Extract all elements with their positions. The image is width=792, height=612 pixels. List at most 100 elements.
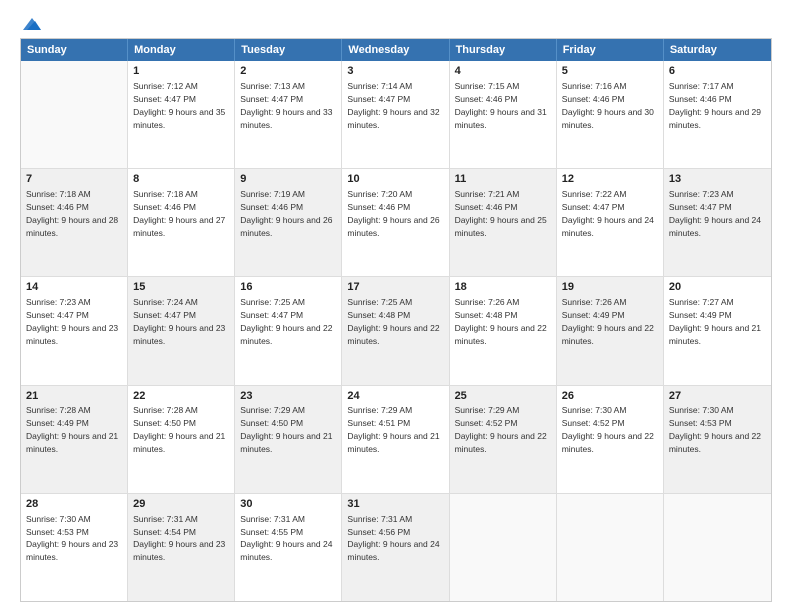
day-number: 1 bbox=[133, 64, 229, 79]
cell-details: Sunrise: 7:22 AMSunset: 4:47 PMDaylight:… bbox=[562, 189, 654, 238]
calendar-cell bbox=[450, 494, 557, 601]
calendar-cell: 21Sunrise: 7:28 AMSunset: 4:49 PMDayligh… bbox=[21, 386, 128, 493]
calendar-cell: 13 Sunrise: 7:23 AMSunset: 4:47 PMDayligh… bbox=[664, 169, 771, 276]
day-number: 18 bbox=[455, 280, 551, 295]
cell-details: Sunrise: 7:30 AMSunset: 4:52 PMDaylight:… bbox=[562, 405, 654, 454]
calendar-row: 1 Sunrise: 7:12 AMSunset: 4:47 PMDaylight… bbox=[21, 61, 771, 169]
calendar-cell: 18Sunrise: 7:26 AMSunset: 4:48 PMDayligh… bbox=[450, 277, 557, 384]
day-number: 5 bbox=[562, 64, 658, 79]
calendar-cell: 4 Sunrise: 7:15 AMSunset: 4:46 PMDaylight… bbox=[450, 61, 557, 168]
calendar-cell bbox=[664, 494, 771, 601]
cell-details: Sunrise: 7:25 AMSunset: 4:47 PMDaylight:… bbox=[240, 297, 332, 346]
calendar-header-cell: Wednesday bbox=[342, 39, 449, 61]
cell-details: Sunrise: 7:23 AMSunset: 4:47 PMDaylight:… bbox=[26, 297, 118, 346]
day-number: 14 bbox=[26, 280, 122, 295]
day-number: 27 bbox=[669, 389, 766, 404]
calendar-cell: 31 Sunrise: 7:31 AMSunset: 4:56 PMDayligh… bbox=[342, 494, 449, 601]
cell-details: Sunrise: 7:20 AMSunset: 4:46 PMDaylight:… bbox=[347, 189, 439, 238]
calendar-row: 7 Sunrise: 7:18 AMSunset: 4:46 PMDaylight… bbox=[21, 169, 771, 277]
calendar-header-row: SundayMondayTuesdayWednesdayThursdayFrid… bbox=[21, 39, 771, 61]
logo-icon bbox=[21, 16, 43, 32]
day-number: 24 bbox=[347, 389, 443, 404]
calendar-cell: 3 Sunrise: 7:14 AMSunset: 4:47 PMDaylight… bbox=[342, 61, 449, 168]
calendar-cell: 29 Sunrise: 7:31 AMSunset: 4:54 PMDayligh… bbox=[128, 494, 235, 601]
calendar-row: 21Sunrise: 7:28 AMSunset: 4:49 PMDayligh… bbox=[21, 386, 771, 494]
calendar: SundayMondayTuesdayWednesdayThursdayFrid… bbox=[20, 38, 772, 602]
calendar-cell: 25Sunrise: 7:29 AMSunset: 4:52 PMDayligh… bbox=[450, 386, 557, 493]
calendar-cell bbox=[21, 61, 128, 168]
calendar-header-cell: Tuesday bbox=[235, 39, 342, 61]
calendar-row: 14 Sunrise: 7:23 AMSunset: 4:47 PMDayligh… bbox=[21, 277, 771, 385]
day-number: 13 bbox=[669, 172, 766, 187]
calendar-header-cell: Monday bbox=[128, 39, 235, 61]
cell-details: Sunrise: 7:19 AMSunset: 4:46 PMDaylight:… bbox=[240, 189, 332, 238]
cell-details: Sunrise: 7:23 AMSunset: 4:47 PMDaylight:… bbox=[669, 189, 761, 238]
day-number: 26 bbox=[562, 389, 658, 404]
calendar-header-cell: Sunday bbox=[21, 39, 128, 61]
calendar-cell: 9 Sunrise: 7:19 AMSunset: 4:46 PMDaylight… bbox=[235, 169, 342, 276]
cell-details: Sunrise: 7:18 AMSunset: 4:46 PMDaylight:… bbox=[26, 189, 118, 238]
calendar-cell: 8Sunrise: 7:18 AMSunset: 4:46 PMDaylight… bbox=[128, 169, 235, 276]
day-number: 9 bbox=[240, 172, 336, 187]
day-number: 7 bbox=[26, 172, 122, 187]
calendar-body: 1 Sunrise: 7:12 AMSunset: 4:47 PMDaylight… bbox=[21, 61, 771, 601]
calendar-cell: 2Sunrise: 7:13 AMSunset: 4:47 PMDaylight… bbox=[235, 61, 342, 168]
cell-details: Sunrise: 7:25 AMSunset: 4:48 PMDaylight:… bbox=[347, 297, 439, 346]
cell-details: Sunrise: 7:29 AMSunset: 4:50 PMDaylight:… bbox=[240, 405, 332, 454]
day-number: 3 bbox=[347, 64, 443, 79]
day-number: 6 bbox=[669, 64, 766, 79]
cell-details: Sunrise: 7:18 AMSunset: 4:46 PMDaylight:… bbox=[133, 189, 225, 238]
day-number: 20 bbox=[669, 280, 766, 295]
cell-details: Sunrise: 7:30 AMSunset: 4:53 PMDaylight:… bbox=[669, 405, 761, 454]
calendar-row: 28 Sunrise: 7:30 AMSunset: 4:53 PMDayligh… bbox=[21, 494, 771, 601]
cell-details: Sunrise: 7:21 AMSunset: 4:46 PMDaylight:… bbox=[455, 189, 547, 238]
cell-details: Sunrise: 7:29 AMSunset: 4:51 PMDaylight:… bbox=[347, 405, 439, 454]
cell-details: Sunrise: 7:31 AMSunset: 4:56 PMDaylight:… bbox=[347, 514, 439, 563]
cell-details: Sunrise: 7:31 AMSunset: 4:54 PMDaylight:… bbox=[133, 514, 225, 563]
day-number: 28 bbox=[26, 497, 122, 512]
calendar-cell: 10 Sunrise: 7:20 AMSunset: 4:46 PMDayligh… bbox=[342, 169, 449, 276]
day-number: 4 bbox=[455, 64, 551, 79]
day-number: 30 bbox=[240, 497, 336, 512]
logo bbox=[20, 16, 44, 30]
calendar-cell: 11Sunrise: 7:21 AMSunset: 4:46 PMDayligh… bbox=[450, 169, 557, 276]
calendar-cell: 15 Sunrise: 7:24 AMSunset: 4:47 PMDayligh… bbox=[128, 277, 235, 384]
cell-details: Sunrise: 7:28 AMSunset: 4:49 PMDaylight:… bbox=[26, 405, 118, 454]
cell-details: Sunrise: 7:27 AMSunset: 4:49 PMDaylight:… bbox=[669, 297, 761, 346]
day-number: 10 bbox=[347, 172, 443, 187]
cell-details: Sunrise: 7:26 AMSunset: 4:49 PMDaylight:… bbox=[562, 297, 654, 346]
cell-details: Sunrise: 7:14 AMSunset: 4:47 PMDaylight:… bbox=[347, 81, 439, 130]
calendar-cell: 12 Sunrise: 7:22 AMSunset: 4:47 PMDayligh… bbox=[557, 169, 664, 276]
header bbox=[20, 16, 772, 30]
day-number: 12 bbox=[562, 172, 658, 187]
day-number: 23 bbox=[240, 389, 336, 404]
cell-details: Sunrise: 7:16 AMSunset: 4:46 PMDaylight:… bbox=[562, 81, 654, 130]
cell-details: Sunrise: 7:12 AMSunset: 4:47 PMDaylight:… bbox=[133, 81, 225, 130]
calendar-cell: 19 Sunrise: 7:26 AMSunset: 4:49 PMDayligh… bbox=[557, 277, 664, 384]
cell-details: Sunrise: 7:31 AMSunset: 4:55 PMDaylight:… bbox=[240, 514, 332, 563]
calendar-cell: 26Sunrise: 7:30 AMSunset: 4:52 PMDayligh… bbox=[557, 386, 664, 493]
day-number: 2 bbox=[240, 64, 336, 79]
cell-details: Sunrise: 7:17 AMSunset: 4:46 PMDaylight:… bbox=[669, 81, 761, 130]
calendar-cell: 6 Sunrise: 7:17 AMSunset: 4:46 PMDaylight… bbox=[664, 61, 771, 168]
calendar-cell: 22Sunrise: 7:28 AMSunset: 4:50 PMDayligh… bbox=[128, 386, 235, 493]
calendar-cell bbox=[557, 494, 664, 601]
calendar-cell: 14 Sunrise: 7:23 AMSunset: 4:47 PMDayligh… bbox=[21, 277, 128, 384]
cell-details: Sunrise: 7:30 AMSunset: 4:53 PMDaylight:… bbox=[26, 514, 118, 563]
day-number: 31 bbox=[347, 497, 443, 512]
calendar-cell: 27Sunrise: 7:30 AMSunset: 4:53 PMDayligh… bbox=[664, 386, 771, 493]
day-number: 29 bbox=[133, 497, 229, 512]
calendar-cell: 20 Sunrise: 7:27 AMSunset: 4:49 PMDayligh… bbox=[664, 277, 771, 384]
day-number: 16 bbox=[240, 280, 336, 295]
calendar-cell: 16 Sunrise: 7:25 AMSunset: 4:47 PMDayligh… bbox=[235, 277, 342, 384]
cell-details: Sunrise: 7:24 AMSunset: 4:47 PMDaylight:… bbox=[133, 297, 225, 346]
day-number: 22 bbox=[133, 389, 229, 404]
cell-details: Sunrise: 7:15 AMSunset: 4:46 PMDaylight:… bbox=[455, 81, 547, 130]
day-number: 25 bbox=[455, 389, 551, 404]
calendar-cell: 24Sunrise: 7:29 AMSunset: 4:51 PMDayligh… bbox=[342, 386, 449, 493]
calendar-header-cell: Saturday bbox=[664, 39, 771, 61]
calendar-header-cell: Friday bbox=[557, 39, 664, 61]
calendar-cell: 7 Sunrise: 7:18 AMSunset: 4:46 PMDaylight… bbox=[21, 169, 128, 276]
day-number: 19 bbox=[562, 280, 658, 295]
day-number: 15 bbox=[133, 280, 229, 295]
